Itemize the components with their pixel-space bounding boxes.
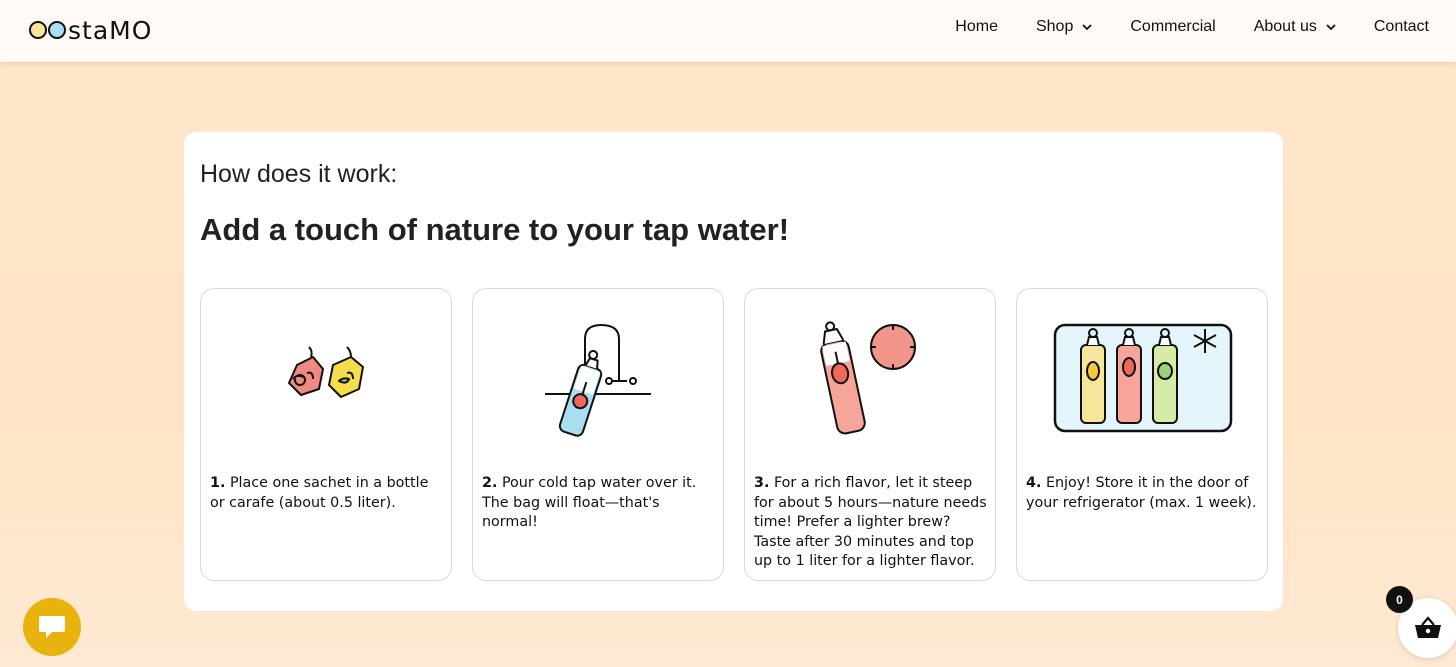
nav-shop[interactable]: Shop bbox=[1036, 18, 1092, 36]
tap-bottle-icon bbox=[545, 323, 651, 437]
nav-shop-label: Shop bbox=[1035, 18, 1074, 35]
logo-dot-blue bbox=[48, 21, 66, 39]
cart-count-badge: 0 bbox=[1386, 586, 1413, 613]
nav-contact-label: Contact bbox=[1373, 18, 1429, 35]
nav-contact[interactable]: Contact bbox=[1374, 18, 1429, 36]
step-card-2: 2. Pour cold tap water over it. The bag … bbox=[472, 288, 724, 581]
step-card-3: 3. For a rich flavor, let it steep for a… bbox=[744, 288, 996, 581]
step-card-4: 4. Enjoy! Store it in the door of your r… bbox=[1016, 288, 1268, 581]
step-text-1: 1. Place one sachet in a bottle or caraf… bbox=[210, 474, 444, 513]
how-it-works-card: How does it work: Add a touch of nature … bbox=[184, 132, 1283, 611]
step-description: Pour cold tap water over it. The bag wil… bbox=[482, 475, 697, 530]
nav-about-label: About us bbox=[1253, 18, 1317, 35]
step-text-3: 3. For a rich flavor, let it steep for a… bbox=[754, 474, 988, 572]
logo-dot-yellow bbox=[29, 21, 47, 39]
step-card-1: 1. Place one sachet in a bottle or caraf… bbox=[200, 288, 452, 581]
step-description: For a rich flavor, let it steep for abou… bbox=[754, 475, 987, 569]
nav-commercial-label: Commercial bbox=[1130, 18, 1216, 35]
chat-icon bbox=[39, 616, 65, 638]
step-number: 4. bbox=[1026, 475, 1042, 491]
step-description: Place one sachet in a bottle or carafe (… bbox=[210, 475, 429, 511]
section-eyebrow: How does it work: bbox=[200, 160, 398, 188]
section-headline: Add a touch of nature to your tap water! bbox=[200, 212, 790, 247]
main-nav: Home Shop Commercial About us Contact bbox=[955, 18, 1429, 36]
chevron-down-icon bbox=[1082, 23, 1092, 30]
fridge-bottles-icon bbox=[1053, 323, 1233, 433]
step-number: 3. bbox=[754, 475, 770, 491]
step-number: 2. bbox=[482, 475, 498, 491]
step-number: 1. bbox=[210, 475, 226, 491]
step-text-2: 2. Pour cold tap water over it. The bag … bbox=[482, 474, 716, 533]
sachets-icon bbox=[288, 346, 364, 398]
nav-commercial[interactable]: Commercial bbox=[1130, 18, 1215, 36]
step-text-4: 4. Enjoy! Store it in the door of your r… bbox=[1026, 474, 1260, 513]
nav-home-label: Home bbox=[955, 18, 998, 35]
site-header: staMO Home Shop Commercial About us Cont… bbox=[0, 0, 1456, 62]
nav-home[interactable]: Home bbox=[955, 18, 998, 36]
chevron-down-icon bbox=[1326, 23, 1336, 30]
chat-button[interactable] bbox=[23, 598, 81, 656]
logo-text: staMO bbox=[68, 15, 153, 45]
logo[interactable]: staMO bbox=[29, 14, 152, 46]
steps-row: 1. Place one sachet in a bottle or caraf… bbox=[200, 288, 1268, 581]
step-description: Enjoy! Store it in the door of your refr… bbox=[1026, 475, 1257, 511]
bottle-clock-icon bbox=[820, 321, 916, 435]
nav-about-us[interactable]: About us bbox=[1254, 18, 1336, 36]
basket-icon bbox=[1415, 616, 1441, 638]
